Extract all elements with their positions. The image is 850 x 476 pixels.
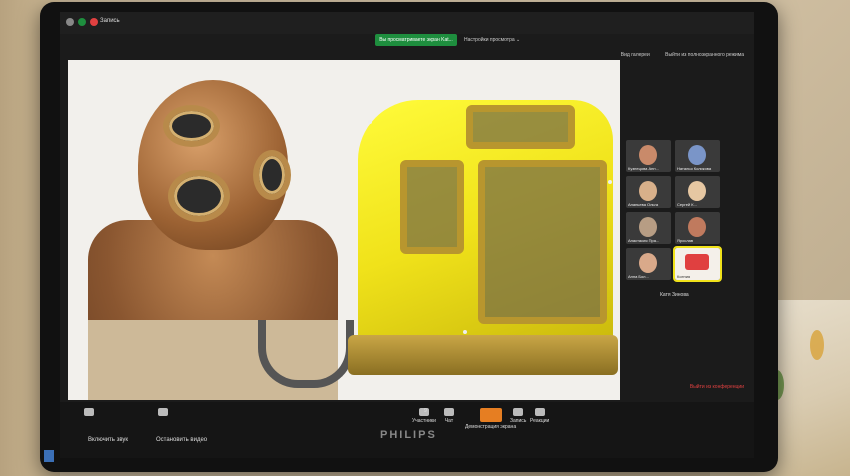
mute-label: Включить звук xyxy=(88,437,129,443)
helmet-top-port xyxy=(163,105,220,147)
record-button[interactable]: Запись xyxy=(510,408,526,424)
participant-tile[interactable]: Кузнецова Анн... xyxy=(626,140,671,172)
chat-label: Чат xyxy=(444,418,454,424)
participant-name: Наталья Коликова xyxy=(677,166,712,171)
participant-tile[interactable]: Наталья Коликова xyxy=(675,140,720,172)
bolt xyxy=(368,120,372,124)
smiley-icon xyxy=(534,408,545,416)
mute-button[interactable] xyxy=(84,408,94,418)
monitor-brand-logo: PHILIPS xyxy=(380,429,437,441)
title-bar: Запись xyxy=(60,12,754,34)
participant-tile[interactable]: Анастасия Пра... xyxy=(626,212,671,244)
leave-meeting-button[interactable]: Выйти из конференции xyxy=(690,384,744,390)
video-button[interactable] xyxy=(158,408,168,418)
participant-name: Ярослав xyxy=(677,238,694,243)
participant-tile-speaking[interactable]: Ксения xyxy=(673,246,722,282)
shared-screen xyxy=(68,60,620,400)
yellow-helmet-base xyxy=(348,335,618,375)
participant-tile[interactable]: Сергей К... xyxy=(675,176,720,208)
helmet-front-port xyxy=(168,170,230,222)
bolt xyxy=(463,330,467,334)
participant-tile[interactable]: Анна Бол... xyxy=(626,248,671,280)
helmet-side-port xyxy=(253,150,291,200)
info-icon[interactable] xyxy=(66,18,74,26)
yellow-helmet-side-window xyxy=(400,160,464,254)
participant-name: Кузнецова Анн... xyxy=(628,166,659,171)
share-screen-button[interactable]: Демонстрация экрана xyxy=(465,408,516,430)
shield-icon[interactable] xyxy=(78,18,86,26)
reactions-button[interactable]: Реакции xyxy=(530,408,549,424)
participant-tile[interactable]: Ярослав xyxy=(675,212,720,244)
participant-tile[interactable]: Ананьева Ольга xyxy=(626,176,671,208)
top-right-controls: Вид галереи Выйти из полноэкранного режи… xyxy=(607,52,744,58)
participants-button[interactable]: 9 Участники xyxy=(412,408,436,424)
record-icon[interactable] xyxy=(90,18,98,26)
share-screen-label: Демонстрация экрана xyxy=(465,424,517,430)
microphone-icon xyxy=(84,408,94,416)
yellow-helmet-front-window xyxy=(478,160,607,324)
share-screen-icon xyxy=(479,408,502,422)
participant-name: Ананьева Ольга xyxy=(628,202,659,207)
monitor: Запись Вы просматриваете экран Kat... На… xyxy=(40,2,778,472)
bolt xyxy=(608,180,612,184)
zoom-window: Запись Вы просматриваете экран Kat... На… xyxy=(60,12,754,412)
video-label: Остановить видео xyxy=(156,437,208,443)
viewing-screen-banner: Вы просматриваете экран Kat... xyxy=(375,34,457,46)
participant-name: Анна Бол... xyxy=(628,274,649,279)
sticker xyxy=(44,450,54,462)
participants-count: 9 xyxy=(424,408,427,414)
yellow-helmet-top-window xyxy=(466,105,575,149)
active-speaker-name: Катя Зинова xyxy=(660,292,689,298)
record-status-label: Запись xyxy=(100,18,120,24)
participant-name: Сергей К... xyxy=(677,202,697,207)
participants-label: Участники xyxy=(412,418,436,424)
air-hose xyxy=(258,320,354,388)
participant-name: Ксения xyxy=(677,274,691,279)
exit-fullscreen-button[interactable]: Выйти из полноэкранного режима xyxy=(665,52,744,58)
participant-name: Анастасия Пра... xyxy=(628,238,660,243)
chat-icon xyxy=(444,408,454,416)
view-options-button[interactable]: Настройки просмотра ⌄ xyxy=(464,37,520,43)
record-icon xyxy=(513,408,524,416)
chat-button[interactable]: Чат xyxy=(444,408,454,424)
record-label: Запись xyxy=(510,418,527,424)
gallery-view-button[interactable]: Вид галереи xyxy=(621,52,650,58)
video-camera-icon xyxy=(158,408,168,416)
reactions-label: Реакции xyxy=(530,418,550,424)
